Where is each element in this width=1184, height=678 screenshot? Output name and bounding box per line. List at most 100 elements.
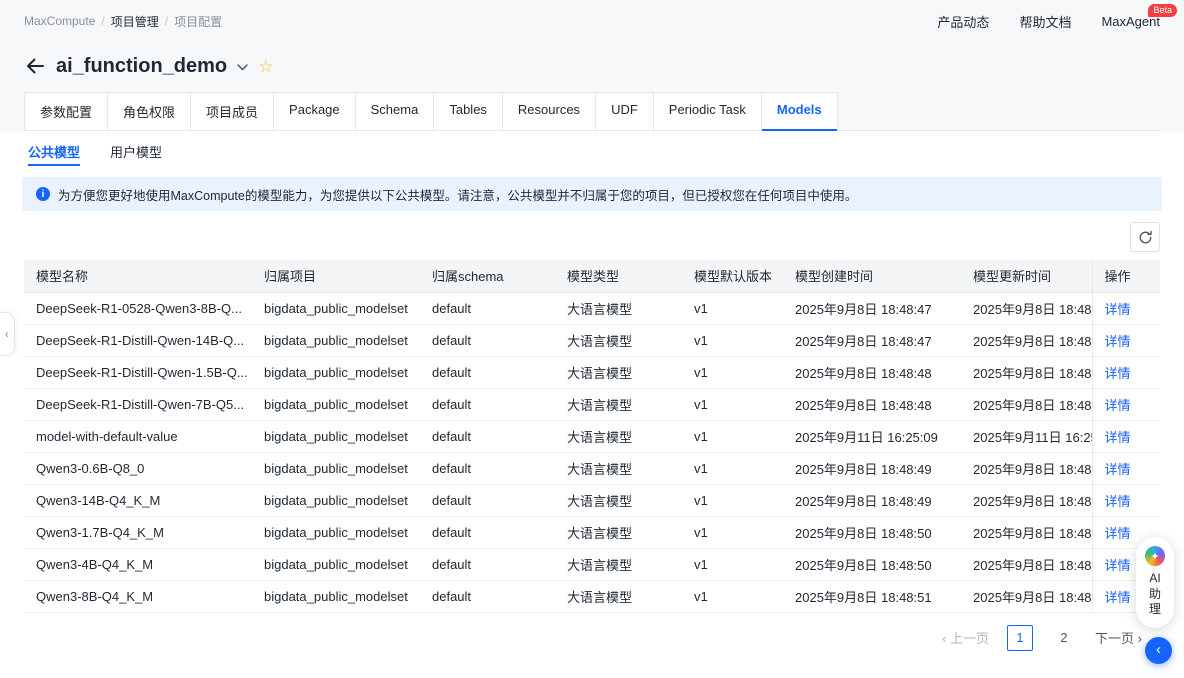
tab-item[interactable]: UDF [596, 92, 654, 131]
cell-updated: 2025年9月8日 18:48:4 [961, 388, 1092, 420]
ai-assistant-button[interactable]: AI助理 [1136, 537, 1174, 628]
breadcrumb-item[interactable]: MaxCompute [24, 14, 95, 28]
breadcrumb-separator: / [165, 14, 168, 28]
cell-schema: default [420, 548, 555, 580]
details-link[interactable]: 详情 [1105, 366, 1131, 381]
cell-schema: default [420, 388, 555, 420]
cell-created: 2025年9月8日 18:48:49 [783, 452, 961, 484]
column-header: 归属项目 [252, 260, 420, 292]
cell-schema: default [420, 292, 555, 324]
cell-name: DeepSeek-R1-Distill-Qwen-1.5B-Q... [24, 356, 252, 388]
panel-collapse-handle[interactable]: ‹ [0, 312, 15, 356]
cell-version: v1 [682, 580, 783, 612]
cell-name: model-with-default-value [24, 420, 252, 452]
cell-project: bigdata_public_modelset [252, 292, 420, 324]
prev-page-button[interactable]: ‹ 上一页 [942, 628, 989, 647]
details-link[interactable]: 详情 [1105, 558, 1131, 573]
pagination: ‹ 上一页 12 下一页 › [0, 613, 1184, 651]
product-updates-link[interactable]: 产品动态 [937, 12, 989, 31]
tab-item[interactable]: Tables [434, 92, 503, 131]
top-nav: 产品动态 帮助文档 MaxAgent Beta [937, 12, 1160, 31]
cell-action: 详情 [1092, 324, 1160, 356]
tab-bar: 参数配置角色权限项目成员PackageSchemaTablesResources… [24, 92, 1160, 131]
page-number[interactable]: 2 [1051, 625, 1077, 651]
tab-bar-filler [838, 92, 1160, 131]
chat-collapse-button[interactable]: ‹ [1145, 637, 1172, 664]
cell-version: v1 [682, 292, 783, 324]
cell-updated: 2025年9月8日 18:48:4 [961, 452, 1092, 484]
details-link[interactable]: 详情 [1105, 334, 1131, 349]
cell-name: Qwen3-1.7B-Q4_K_M [24, 516, 252, 548]
breadcrumb-item[interactable]: 项目配置 [174, 13, 222, 30]
tab-item[interactable]: 角色权限 [108, 92, 191, 131]
page-number[interactable]: 1 [1007, 625, 1033, 651]
cell-name: Qwen3-4B-Q4_K_M [24, 548, 252, 580]
cell-project: bigdata_public_modelset [252, 388, 420, 420]
back-button[interactable] [24, 55, 46, 77]
details-link[interactable]: 详情 [1105, 526, 1131, 541]
breadcrumb: MaxCompute / 项目管理 / 项目配置 [24, 13, 222, 30]
cell-type: 大语言模型 [555, 420, 682, 452]
column-header: 模型默认版本 [682, 260, 783, 292]
breadcrumb-separator: / [101, 14, 104, 28]
details-link[interactable]: 详情 [1105, 430, 1131, 445]
models-table: 模型名称归属项目归属schema模型类型模型默认版本模型创建时间模型更新时间操作… [24, 260, 1160, 613]
cell-action: 详情 [1092, 420, 1160, 452]
cell-name: DeepSeek-R1-Distill-Qwen-14B-Q... [24, 324, 252, 356]
cell-version: v1 [682, 484, 783, 516]
cell-action: 详情 [1092, 356, 1160, 388]
cell-type: 大语言模型 [555, 548, 682, 580]
details-link[interactable]: 详情 [1105, 302, 1131, 317]
cell-type: 大语言模型 [555, 580, 682, 612]
column-header: 归属schema [420, 260, 555, 292]
tab-item[interactable]: Periodic Task [654, 92, 762, 131]
breadcrumb-item[interactable]: 项目管理 [111, 13, 159, 30]
next-page-button[interactable]: 下一页 › [1095, 628, 1142, 647]
cell-version: v1 [682, 516, 783, 548]
table-row: DeepSeek-R1-Distill-Qwen-14B-Q...bigdata… [24, 324, 1160, 356]
details-link[interactable]: 详情 [1105, 462, 1131, 477]
project-switcher-chevron-down-icon[interactable] [237, 61, 248, 71]
subtab-item[interactable]: 用户模型 [110, 131, 162, 171]
column-header: 模型类型 [555, 260, 682, 292]
beta-badge: Beta [1148, 4, 1177, 17]
cell-version: v1 [682, 548, 783, 580]
cell-name: Qwen3-8B-Q4_K_M [24, 580, 252, 612]
page-title: ai_function_demo [56, 55, 227, 78]
cell-action: 详情 [1092, 388, 1160, 420]
favorite-star-icon[interactable]: ☆ [258, 58, 273, 75]
cell-project: bigdata_public_modelset [252, 548, 420, 580]
details-link[interactable]: 详情 [1105, 398, 1131, 413]
refresh-icon [1138, 230, 1153, 245]
cell-created: 2025年9月8日 18:48:48 [783, 356, 961, 388]
help-docs-link[interactable]: 帮助文档 [1019, 12, 1071, 31]
refresh-button[interactable] [1130, 222, 1160, 252]
cell-created: 2025年9月8日 18:48:48 [783, 388, 961, 420]
cell-created: 2025年9月8日 18:48:49 [783, 484, 961, 516]
info-icon: i [36, 187, 50, 201]
column-header: 操作 [1092, 260, 1160, 292]
maxagent-link[interactable]: MaxAgent Beta [1101, 14, 1160, 29]
tab-item[interactable]: Resources [503, 92, 596, 131]
table-row: DeepSeek-R1-Distill-Qwen-1.5B-Q...bigdat… [24, 356, 1160, 388]
tab-item[interactable]: 参数配置 [24, 92, 108, 131]
tab-item[interactable]: 项目成员 [191, 92, 274, 131]
title-row: ai_function_demo ☆ [24, 42, 1160, 90]
cell-project: bigdata_public_modelset [252, 356, 420, 388]
info-banner: i 为方便您更好地使用MaxCompute的模型能力，为您提供以下公共模型。请注… [22, 177, 1162, 211]
subtab-item[interactable]: 公共模型 [28, 131, 80, 171]
cell-project: bigdata_public_modelset [252, 580, 420, 612]
cell-created: 2025年9月8日 18:48:47 [783, 292, 961, 324]
cell-schema: default [420, 580, 555, 612]
tab-item[interactable]: Schema [356, 92, 435, 131]
tab-item[interactable]: Package [274, 92, 356, 131]
tab-item[interactable]: Models [762, 92, 838, 131]
table-row: Qwen3-4B-Q4_K_Mbigdata_public_modelsetde… [24, 548, 1160, 580]
details-link[interactable]: 详情 [1105, 494, 1131, 509]
cell-schema: default [420, 516, 555, 548]
cell-updated: 2025年9月8日 18:48:4 [961, 356, 1092, 388]
table-row: Qwen3-14B-Q4_K_Mbigdata_public_modelsetd… [24, 484, 1160, 516]
details-link[interactable]: 详情 [1105, 590, 1131, 605]
cell-name: DeepSeek-R1-Distill-Qwen-7B-Q5... [24, 388, 252, 420]
cell-updated: 2025年9月8日 18:48:5 [961, 548, 1092, 580]
